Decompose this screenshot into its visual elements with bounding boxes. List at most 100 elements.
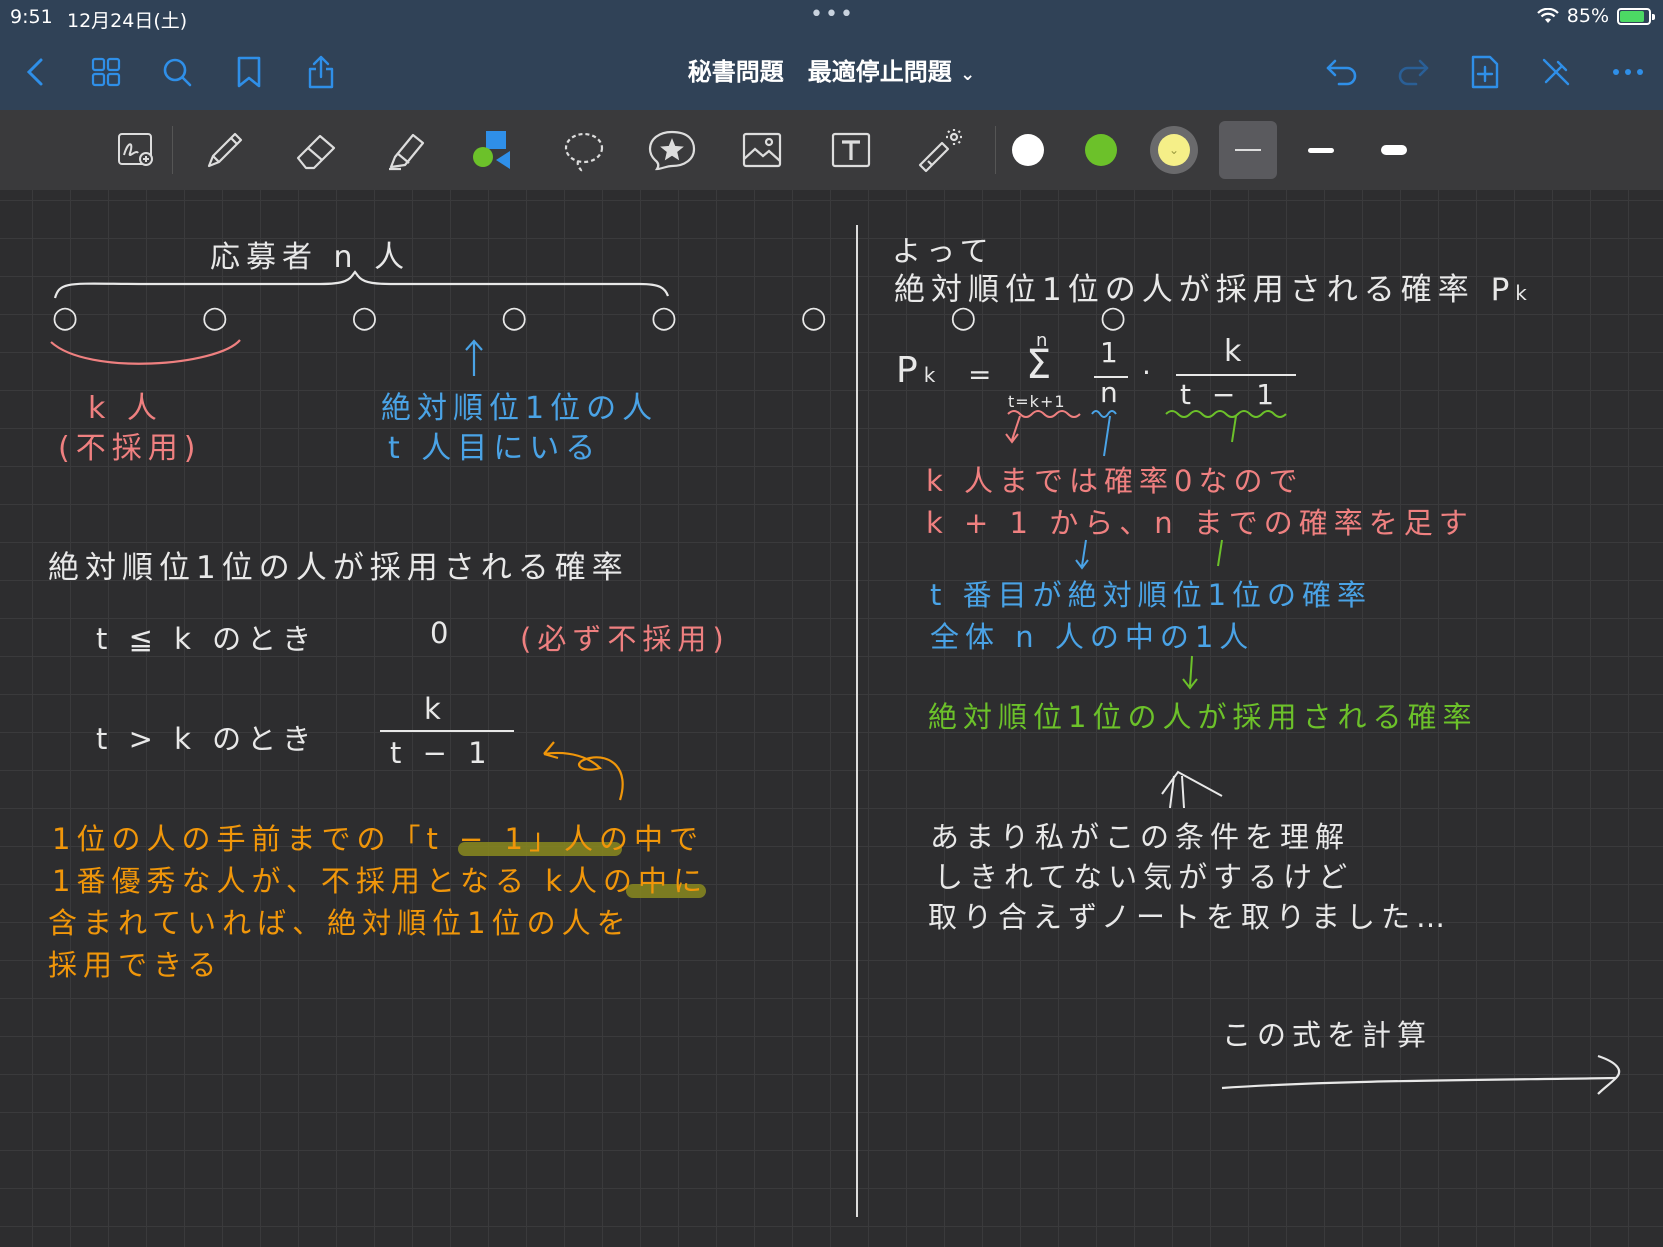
status-right: 85%	[1536, 5, 1655, 27]
brace-icon	[53, 270, 670, 299]
frac1-denominator: n	[1100, 376, 1124, 409]
loop-arrow-icon	[543, 741, 624, 801]
undo-button[interactable]	[1322, 52, 1362, 92]
down-arrow-green	[1182, 655, 1198, 690]
undo-icon	[1326, 59, 1357, 86]
add-page-icon	[1471, 55, 1499, 89]
redo-icon	[1398, 59, 1429, 86]
case1-value: 0	[430, 616, 455, 650]
comment-line-1: あまり私がこの条件を理解	[930, 820, 1351, 854]
color-white-swatch[interactable]	[1000, 122, 1056, 178]
laser-pointer-tool[interactable]	[912, 122, 968, 178]
toolbar-divider	[995, 126, 996, 174]
case1-note: (必ず不採用)	[520, 622, 730, 656]
color-swatch-green	[1085, 134, 1117, 166]
note-blue-1: t 番目が絶対順位1位の確率	[930, 578, 1373, 612]
pencil-off-icon	[1542, 58, 1570, 86]
wifi-icon	[1536, 8, 1559, 23]
star-sticker-icon	[648, 130, 696, 171]
explain-line-1: 1位の人の手前までの「t − 1」人の中で	[52, 822, 705, 856]
battery-percent: 85%	[1566, 5, 1609, 27]
lasso-tool[interactable]	[556, 122, 612, 178]
laser-pointer-icon	[918, 129, 962, 173]
image-icon	[742, 132, 782, 168]
stroke-thick[interactable]	[1366, 122, 1422, 178]
explain-line-2: 1番優秀な人が、不採用となる k人の中に	[52, 864, 709, 898]
zoom-window-tool[interactable]	[108, 122, 164, 178]
comment-line-2: しきれてない気がするけど	[934, 860, 1354, 894]
case2-denominator: t − 1	[390, 736, 493, 770]
formula-p: Pk	[896, 350, 941, 391]
compute-label: この式を計算	[1222, 1018, 1433, 1052]
eraser-tool[interactable]	[288, 122, 344, 178]
double-up-arrow-icon	[1161, 770, 1223, 809]
image-tool[interactable]	[734, 122, 790, 178]
shapes-tool[interactable]	[465, 122, 521, 178]
case2-condition: t > k のとき	[96, 722, 318, 756]
up-arrow-icon	[465, 339, 483, 376]
best-person-label: 絶対順位1位の人	[381, 391, 659, 426]
explain-line-4: 採用できる	[48, 948, 223, 982]
right-arrow-icon	[1221, 1054, 1621, 1095]
stroke-thin-icon	[1235, 149, 1261, 151]
note-green: 絶対順位1位の人が採用される確率	[928, 700, 1478, 734]
battery-icon	[1617, 7, 1655, 25]
right-heading: 絶対順位1位の人が採用される確率 Pk	[894, 264, 1533, 309]
text-tool[interactable]	[823, 122, 879, 178]
pen-icon	[207, 132, 243, 168]
shapes-icon	[473, 131, 510, 169]
highlighter-tool[interactable]	[378, 122, 434, 178]
document-navbar: 秘書問題 最適停止問題 ⌄	[0, 34, 1663, 110]
chevron-down-icon: ⌄	[960, 64, 976, 85]
not-hired-label: (不採用)	[58, 431, 202, 466]
page-divider-line	[856, 225, 858, 1217]
color-swatch-white	[1012, 134, 1044, 166]
stroke-medium[interactable]	[1293, 122, 1349, 178]
color-yellow-swatch[interactable]: ⌄	[1146, 122, 1202, 178]
frac2-denominator: t − 1	[1180, 378, 1281, 411]
case2-numerator: k	[424, 692, 447, 726]
tth-person-label: t 人目にいる	[388, 431, 602, 466]
tool-bar: ⌄	[0, 110, 1663, 190]
redo-button[interactable]	[1393, 52, 1433, 92]
note-red-1: k 人までは確率0なので	[926, 464, 1304, 498]
formula-p-sub: k	[923, 363, 942, 387]
frac1-numerator: 1	[1100, 336, 1124, 369]
fraction-bar	[380, 730, 514, 732]
status-bar: 9:51 12月24日(土) ••• 85%	[0, 0, 1663, 34]
stroke-thick-icon	[1381, 145, 1407, 155]
status-date: 12月24日(土)	[67, 10, 188, 32]
multitask-dots-icon[interactable]: •••	[810, 2, 855, 27]
highlighter-icon	[389, 133, 425, 171]
color-swatch-yellow-selected: ⌄	[1150, 126, 1198, 174]
disable-pencil-button[interactable]	[1536, 52, 1576, 92]
down-arrows-red-green	[1075, 539, 1223, 570]
toolbar-divider	[172, 126, 173, 174]
formula-equals: =	[968, 358, 998, 391]
stroke-thin-selected[interactable]	[1219, 121, 1277, 179]
stroke-medium-icon	[1308, 147, 1334, 153]
note-blue-2: 全体 n 人の中の1人	[930, 620, 1255, 654]
right-heading-text: 絶対順位1位の人が採用される確率 P	[894, 272, 1516, 308]
color-green-swatch[interactable]	[1073, 122, 1129, 178]
right-heading-sub: k	[1515, 281, 1533, 305]
frac2-numerator: k	[1224, 334, 1248, 369]
text-box-icon	[831, 132, 871, 168]
comment-line-3: 取り合えずノートを取りました…	[928, 900, 1451, 934]
k-group-arc	[50, 339, 241, 365]
case1-condition: t ≦ k のとき	[96, 622, 318, 656]
explain-line-3: 含まれていれば、絶対順位1位の人を	[48, 906, 632, 940]
document-title-text: 秘書問題 最適停止問題	[687, 58, 952, 86]
probability-heading: 絶対順位1位の人が採用される確率	[48, 550, 629, 586]
formula-p-letter: P	[896, 350, 924, 391]
frac-dot: ·	[1142, 356, 1157, 389]
pen-tool[interactable]	[197, 122, 253, 178]
zoom-window-icon	[118, 133, 153, 166]
add-page-button[interactable]	[1465, 52, 1505, 92]
eraser-icon	[296, 134, 336, 170]
elements-tool[interactable]	[644, 122, 700, 178]
more-button[interactable]	[1608, 52, 1648, 92]
frac2-bar	[1176, 374, 1296, 376]
more-icon	[1613, 69, 1643, 75]
note-canvas[interactable]: 応募者 n 人 ○ ○ ○ ○ ○ ○ ○ ○ k 人 (不採用) 絶対順位1位…	[0, 190, 1663, 1247]
